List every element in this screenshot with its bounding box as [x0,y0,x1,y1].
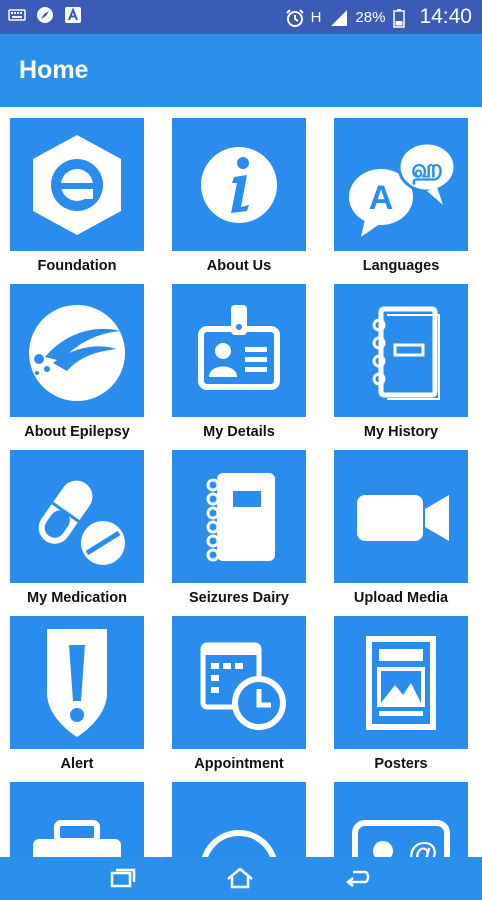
page-title: Home [19,56,89,84]
tile-posters-box[interactable] [334,616,468,749]
foundation-logo-icon [33,134,121,235]
calendar-clock-icon [200,642,286,730]
tile-about-us[interactable]: About Us [172,118,306,278]
status-bar: H 28% 14:40 [0,0,482,34]
tile-foundation[interactable]: Foundation [10,118,144,278]
tile-seizures-dairy-box[interactable] [172,450,306,583]
tile-posters[interactable]: Posters [334,616,468,776]
tile-label: Seizures Dairy [189,590,289,606]
tile-my-medication[interactable]: My Medication [10,450,144,610]
tile-seizures-dairy[interactable]: Seizures Dairy [172,450,306,610]
info-icon [201,146,277,223]
tile-appointment[interactable]: Appointment [172,616,306,776]
svg-text:ஹ: ஹ [411,154,443,185]
navigation-bar [0,857,482,900]
tile-label: My Details [203,424,275,440]
epilepsy-logo-icon [29,304,125,401]
first-aid-kit-icon [33,819,121,857]
tile-my-medication-box[interactable] [10,450,144,583]
battery-percent: 28% [355,8,386,26]
compass-icon [36,6,54,24]
tile-my-history-box[interactable] [334,284,468,417]
poster-icon [366,635,436,730]
tile-chat[interactable] [172,782,306,857]
chat-icon [201,829,277,857]
tile-label: About Epilepsy [24,424,130,440]
recent-apps-button[interactable] [102,863,142,893]
tile-alert[interactable]: Alert [10,616,144,776]
tile-label: Posters [374,756,428,772]
signal-icon [329,8,348,26]
home-button[interactable] [220,863,260,893]
app-bar: Home [0,34,482,107]
tile-about-epilepsy[interactable]: About Epilepsy [10,284,144,444]
tile-about-us-box[interactable] [172,118,306,251]
tile-label: My Medication [27,590,127,606]
tile-contact[interactable]: @ [334,782,468,857]
clock: 14:40 [419,5,472,28]
tile-my-details[interactable]: My Details [172,284,306,444]
back-icon [345,870,370,887]
menu-grid[interactable]: Foundation About Us A ஹ Languages About … [0,107,482,857]
pills-icon [38,480,125,565]
tile-about-epilepsy-box[interactable] [10,284,144,417]
tile-contact-box[interactable]: @ [334,782,468,857]
tile-foundation-box[interactable] [10,118,144,251]
tile-my-history[interactable]: My History [334,284,468,444]
tile-first-aid-box[interactable] [10,782,144,857]
svg-text:A: A [369,179,394,217]
notebook-icon [372,306,440,400]
alert-shield-icon [47,628,107,737]
languages-icon: A ஹ [349,141,457,237]
back-button[interactable] [338,863,378,893]
tile-label: Alert [60,756,94,772]
tile-label: About Us [206,258,272,274]
tile-alert-box[interactable] [10,616,144,749]
tile-first-aid[interactable] [10,782,144,857]
text-app-icon [64,6,82,24]
tile-chat-box[interactable] [172,782,306,857]
alarm-icon [285,8,304,27]
contact-card-icon: @ [352,819,450,858]
tile-upload-media-box[interactable] [334,450,468,583]
tile-label: Upload Media [353,590,449,606]
tile-languages[interactable]: A ஹ Languages [334,118,468,278]
tile-label: Foundation [37,258,117,274]
keyboard-icon [8,6,26,24]
svg-text:@: @ [408,837,437,858]
diary-icon [206,472,275,561]
network-type: H [310,8,322,26]
video-camera-icon [357,494,449,541]
tile-label: Appointment [194,756,284,772]
tile-languages-box[interactable]: A ஹ [334,118,468,251]
battery-icon [393,8,411,28]
tile-label: My History [363,424,439,440]
tile-appointment-box[interactable] [172,616,306,749]
home-icon [227,867,253,889]
tile-my-details-box[interactable] [172,284,306,417]
id-badge-icon [198,304,280,390]
recent-apps-icon [110,868,136,888]
tile-upload-media[interactable]: Upload Media [334,450,468,610]
tile-label: Languages [362,258,440,274]
